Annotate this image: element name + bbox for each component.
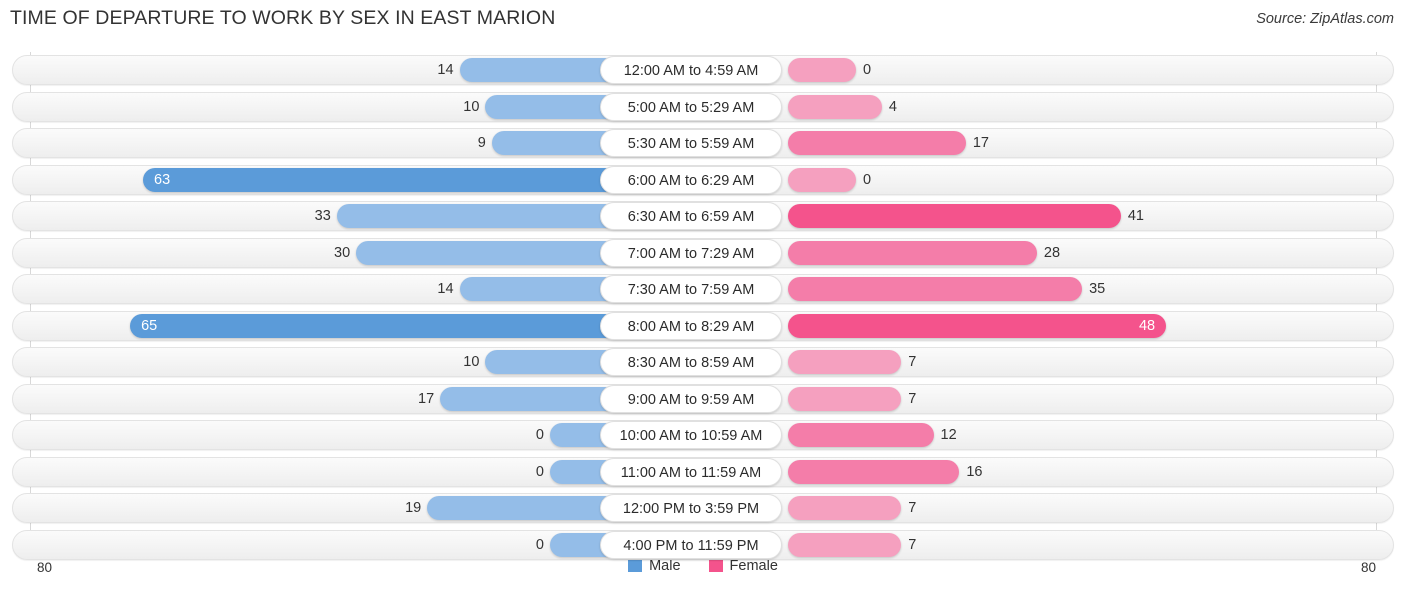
- category-label: 7:30 AM to 7:59 AM: [600, 275, 782, 303]
- table-row[interactable]: 10 7 8:30 AM to 8:59 AM: [12, 347, 1394, 377]
- bar-value-male: 33: [314, 208, 331, 224]
- table-row[interactable]: 65 48 8:00 AM to 8:29 AM: [12, 310, 1394, 341]
- table-row[interactable]: 0 12 10:00 AM to 10:59 AM: [12, 420, 1394, 450]
- bar-female[interactable]: [788, 167, 856, 192]
- category-label: 10:00 AM to 10:59 AM: [600, 421, 782, 449]
- bar-female[interactable]: [788, 459, 960, 484]
- bar-female[interactable]: [788, 386, 902, 411]
- bar-value-male: 0: [535, 536, 544, 553]
- bar-male[interactable]: [459, 277, 618, 301]
- bar-value-female: 4: [888, 98, 897, 115]
- bar-value-female: 17: [972, 135, 989, 151]
- source-attribution: Source: ZipAtlas.com: [1256, 11, 1394, 27]
- legend-item-male[interactable]: Male: [628, 558, 681, 575]
- table-row[interactable]: 0 16 11:00 AM to 11:59 AM: [12, 456, 1394, 487]
- table-row[interactable]: 9 17 5:30 AM to 5:59 AM: [12, 128, 1394, 158]
- bar-value-female: 35: [1089, 281, 1106, 297]
- bar-value-female: 41: [1127, 208, 1144, 224]
- bar-value-female: 28: [1043, 244, 1061, 261]
- category-label: 8:30 AM to 8:59 AM: [600, 348, 782, 376]
- legend: Male Female: [0, 558, 1406, 574]
- bar-value-male: 9: [477, 135, 486, 151]
- bar-male[interactable]: [485, 350, 618, 374]
- category-label: 5:30 AM to 5:59 AM: [600, 129, 782, 157]
- category-label: 6:30 AM to 6:59 AM: [600, 202, 782, 230]
- bar-female[interactable]: [788, 277, 1083, 301]
- bar-value-male: 30: [334, 244, 351, 261]
- legend-label-male: Male: [649, 558, 681, 575]
- table-row[interactable]: 17 7 9:00 AM to 9:59 AM: [12, 383, 1394, 414]
- table-row[interactable]: 19 7 12:00 PM to 3:59 PM: [12, 493, 1394, 523]
- bar-value-male: 14: [437, 62, 454, 78]
- bar-male[interactable]: [356, 240, 618, 265]
- bar-value-male: 0: [535, 427, 544, 443]
- bar-value-male: 0: [535, 463, 544, 480]
- category-label: 11:00 AM to 11:59 AM: [600, 457, 782, 486]
- category-label: 12:00 PM to 3:59 PM: [600, 494, 782, 522]
- bar-male[interactable]: [440, 386, 618, 411]
- bar-female[interactable]: [788, 532, 902, 557]
- table-row[interactable]: 33 41 6:30 AM to 6:59 AM: [12, 201, 1394, 231]
- bar-value-male: 10: [463, 354, 480, 370]
- bar-male[interactable]: [143, 167, 618, 192]
- page-title: TIME OF DEPARTURE TO WORK BY SEX IN EAST…: [10, 7, 556, 29]
- bar-female[interactable]: [788, 131, 966, 155]
- bar-female[interactable]: [788, 423, 934, 447]
- bar-male[interactable]: [130, 313, 618, 338]
- bar-female[interactable]: [788, 58, 856, 82]
- bar-female[interactable]: [788, 350, 902, 374]
- legend-swatch-female-icon: [708, 558, 723, 572]
- category-label: 4:00 PM to 11:59 PM: [600, 530, 782, 559]
- bar-male[interactable]: [427, 496, 618, 520]
- bar-female[interactable]: [788, 94, 882, 119]
- legend-item-female[interactable]: Female: [708, 558, 778, 575]
- chart-container: TIME OF DEPARTURE TO WORK BY SEX IN EAST…: [0, 0, 1406, 594]
- bar-female[interactable]: [788, 240, 1037, 265]
- bar-male[interactable]: [459, 58, 618, 82]
- category-label: 8:00 AM to 8:29 AM: [600, 311, 782, 340]
- category-label: 7:00 AM to 7:29 AM: [600, 238, 782, 267]
- bar-value-female: 7: [908, 536, 917, 553]
- bar-value-female: 0: [863, 62, 872, 78]
- bar-value-female: 7: [908, 500, 917, 516]
- bar-value-female: 7: [908, 354, 917, 370]
- category-label: 9:00 AM to 9:59 AM: [600, 384, 782, 413]
- category-label: 5:00 AM to 5:29 AM: [600, 92, 782, 121]
- bar-value-female: 16: [966, 463, 983, 480]
- bar-value-female: 48: [1138, 317, 1156, 334]
- table-row[interactable]: 30 28 7:00 AM to 7:29 AM: [12, 237, 1394, 268]
- legend-label-female: Female: [729, 558, 778, 575]
- legend-swatch-male-icon: [628, 558, 643, 572]
- bar-value-female: 0: [863, 171, 872, 188]
- bar-value-male: 17: [418, 390, 435, 407]
- table-row[interactable]: 14 0 12:00 AM to 4:59 AM: [12, 55, 1394, 85]
- category-label: 6:00 AM to 6:29 AM: [600, 165, 782, 194]
- table-row[interactable]: 14 35 7:30 AM to 7:59 AM: [12, 274, 1394, 304]
- table-row[interactable]: 63 0 6:00 AM to 6:29 AM: [12, 164, 1394, 195]
- bar-male[interactable]: [336, 204, 618, 228]
- plot-area: 14 0 12:00 AM to 4:59 AM 10 4 5:00 AM to 5:29…: [0, 52, 1406, 560]
- bar-value-male: 65: [141, 317, 158, 334]
- table-row[interactable]: 10 4 5:00 AM to 5:29 AM: [12, 91, 1394, 122]
- bar-value-male: 10: [463, 98, 480, 115]
- bar-value-male: 19: [405, 500, 422, 516]
- bar-female[interactable]: [788, 313, 1167, 338]
- bar-value-female: 7: [908, 390, 917, 407]
- bar-value-male: 63: [154, 171, 171, 188]
- bar-female[interactable]: [788, 496, 902, 520]
- bar-value-female: 12: [940, 427, 957, 443]
- bar-value-male: 14: [437, 281, 454, 297]
- table-row[interactable]: 0 7 4:00 PM to 11:59 PM: [12, 529, 1394, 560]
- category-label: 12:00 AM to 4:59 AM: [600, 56, 782, 84]
- bar-male[interactable]: [485, 94, 618, 119]
- bar-female[interactable]: [788, 204, 1121, 228]
